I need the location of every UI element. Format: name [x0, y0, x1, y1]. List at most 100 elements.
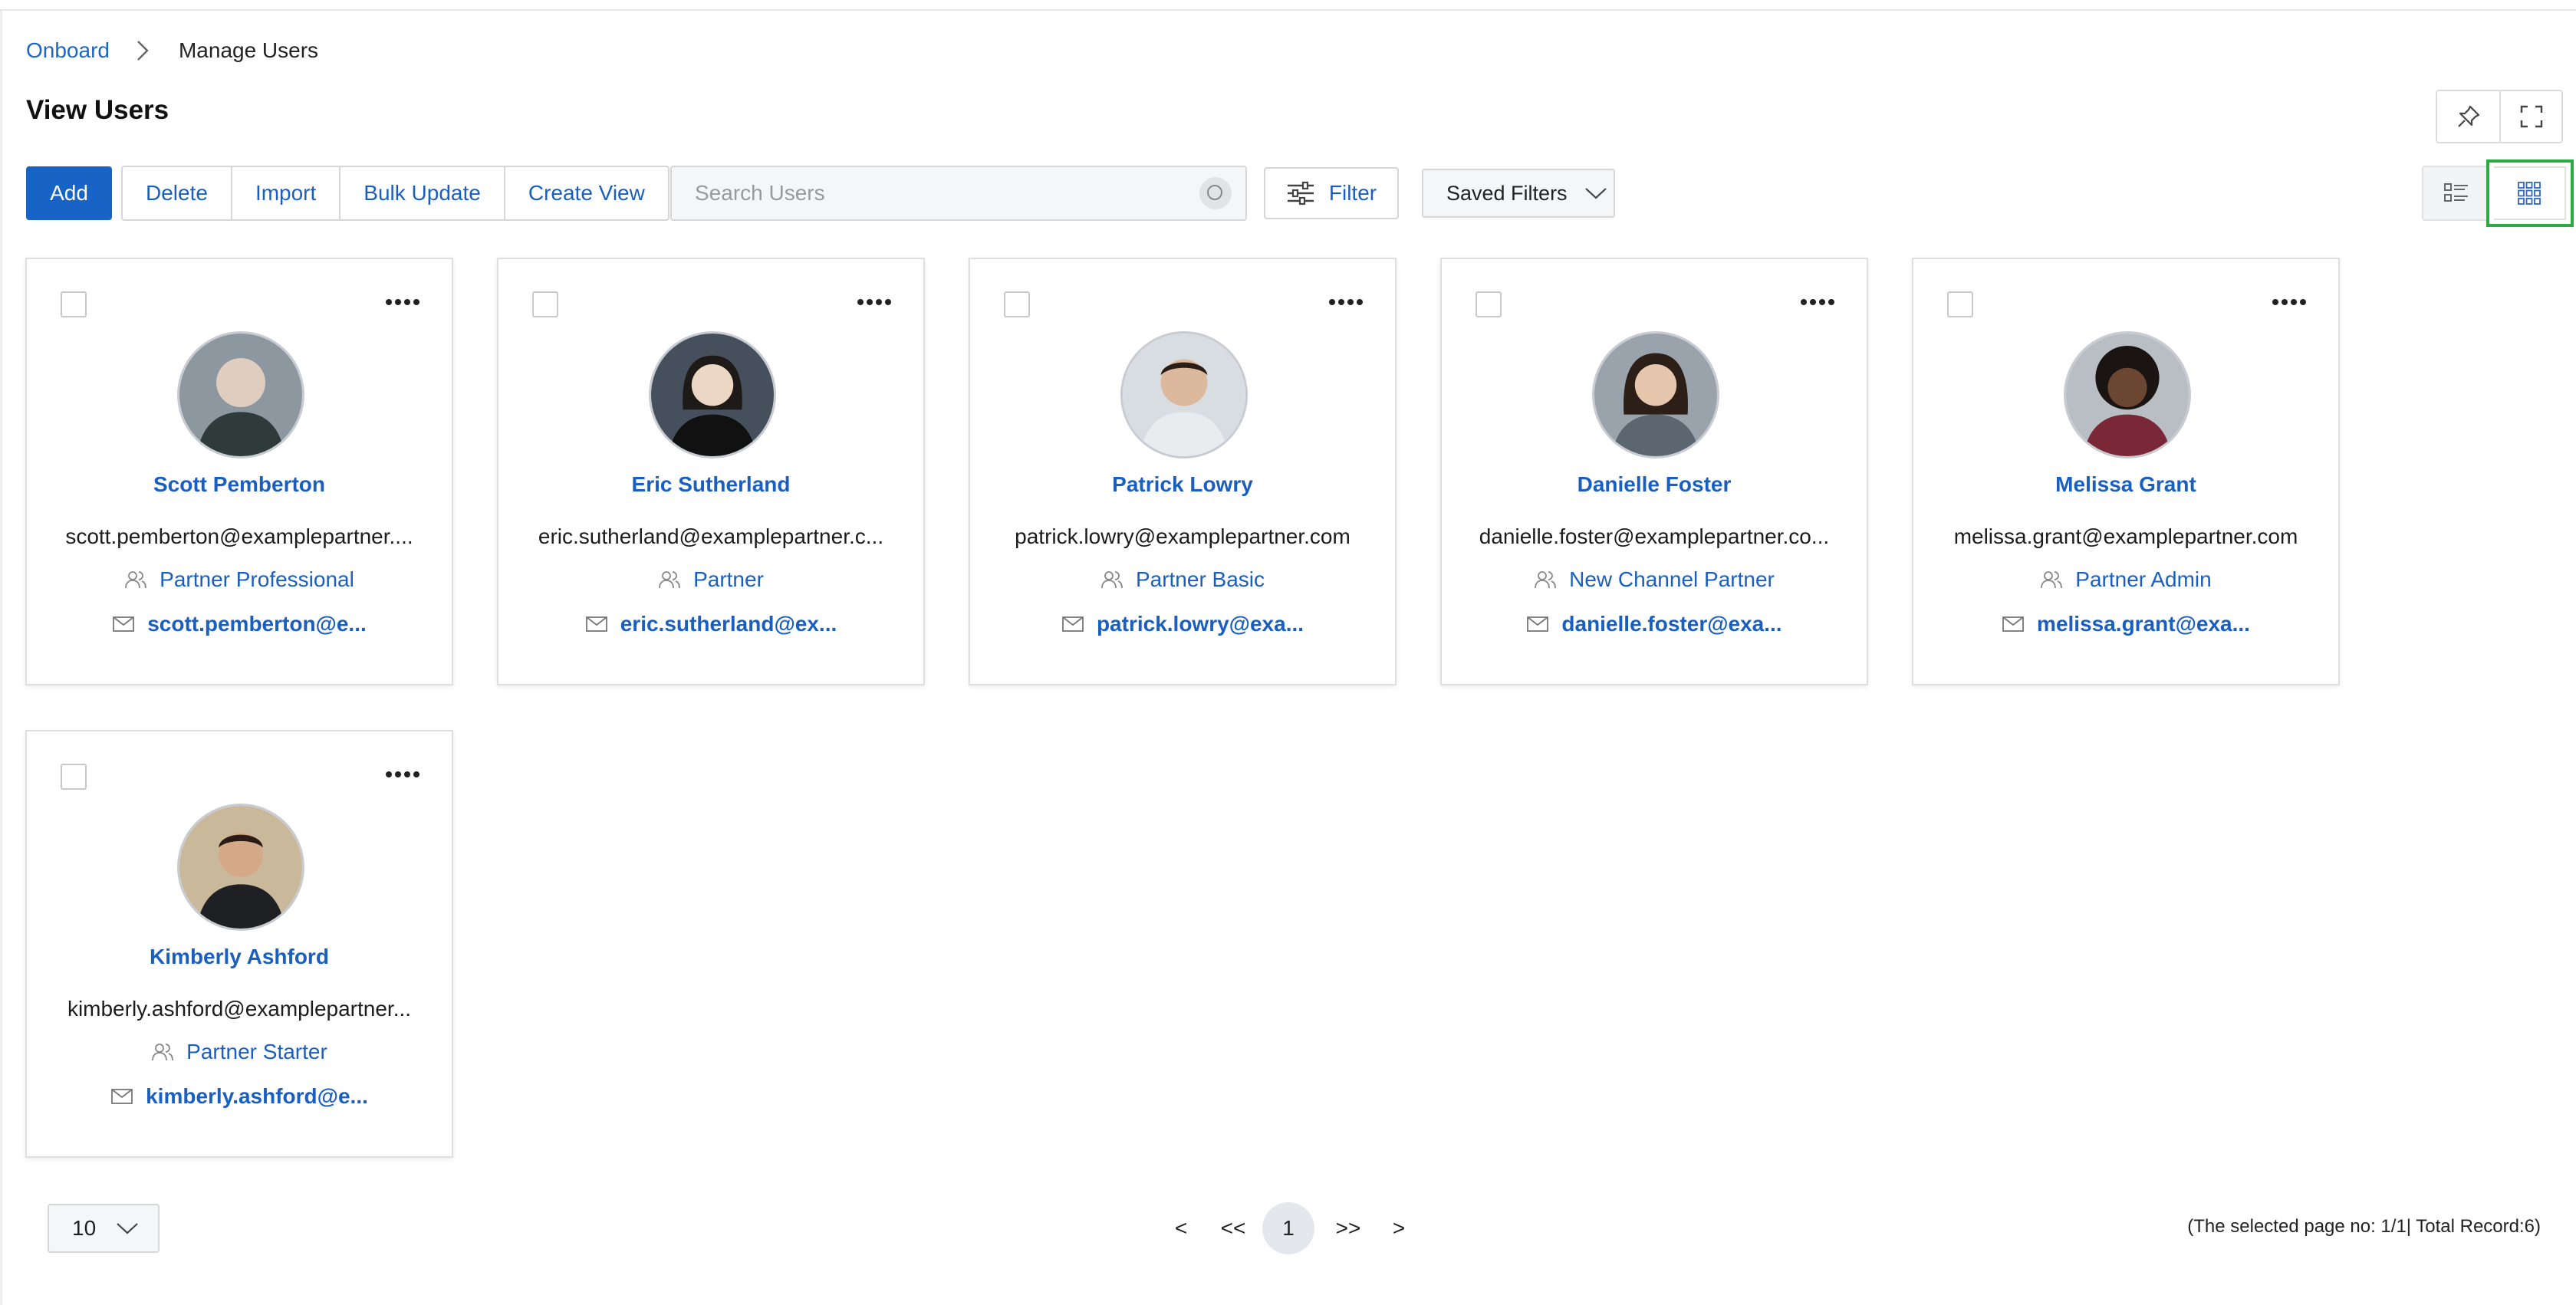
pin-button[interactable]	[2437, 91, 2499, 142]
user-name[interactable]: Scott Pemberton	[27, 472, 452, 497]
filter-label: Filter	[1328, 181, 1377, 205]
more-options-icon[interactable]	[2272, 293, 2306, 311]
page-size-select[interactable]: 10	[48, 1204, 160, 1253]
user-role-label[interactable]: Partner Basic	[1136, 567, 1265, 592]
card-checkbox[interactable]	[61, 764, 87, 790]
more-options-icon[interactable]	[1329, 293, 1363, 311]
user-email: patrick.lowry@examplepartner.com	[1015, 524, 1351, 548]
user-role: Partner Basic	[970, 567, 1395, 592]
user-role-label[interactable]: Partner Professional	[160, 567, 354, 592]
search-input[interactable]	[672, 167, 1199, 219]
import-button[interactable]: Import	[230, 167, 339, 219]
users-icon	[152, 1044, 174, 1061]
user-role: New Channel Partner	[1442, 567, 1867, 592]
users-icon	[1101, 571, 1123, 589]
users-icon	[125, 571, 147, 589]
user-role-label[interactable]: Partner Admin	[2075, 567, 2211, 592]
user-contact-link[interactable]: scott.pemberton@e...	[147, 612, 367, 636]
breadcrumb-current: Manage Users	[178, 38, 319, 62]
user-contact-link[interactable]: danielle.foster@exa...	[1561, 612, 1781, 636]
chevron-down-icon	[117, 1223, 138, 1234]
user-name[interactable]: Eric Sutherland	[498, 472, 923, 497]
user-role-label[interactable]: Partner Starter	[186, 1040, 327, 1064]
user-card: Eric Sutherland eric.sutherland@examplep…	[497, 258, 925, 685]
user-contact: danielle.foster@exa...	[1442, 612, 1867, 636]
search-box	[670, 166, 1247, 221]
more-options-icon[interactable]	[386, 765, 419, 784]
user-name[interactable]: Kimberly Ashford	[27, 945, 452, 969]
mail-icon	[1062, 616, 1084, 632]
user-email: scott.pemberton@examplepartner....	[65, 524, 413, 548]
card-checkbox[interactable]	[1476, 291, 1502, 317]
fullscreen-icon	[2520, 105, 2542, 128]
record-info: (The selected page no: 1/1| Total Record…	[2187, 1216, 2541, 1237]
fullscreen-button[interactable]	[2499, 91, 2561, 142]
pin-icon	[2457, 105, 2479, 127]
first-page-button[interactable]: <<	[1212, 1202, 1255, 1254]
more-options-icon[interactable]	[1801, 293, 1834, 311]
avatar	[1592, 331, 1719, 459]
card-checkbox[interactable]	[1947, 291, 1973, 317]
list-view-button[interactable]	[2422, 166, 2491, 221]
user-role-label[interactable]: Partner	[693, 567, 764, 592]
mail-icon	[2002, 616, 2024, 632]
user-role: Partner Admin	[1913, 567, 2338, 592]
mail-icon	[113, 616, 135, 632]
grid-view-icon	[2518, 182, 2541, 205]
user-card: Melissa Grant melissa.grant@examplepartn…	[1912, 258, 2340, 685]
user-role: Partner Starter	[27, 1040, 452, 1064]
mail-icon	[1527, 616, 1549, 632]
chevron-right-icon	[136, 35, 156, 66]
users-icon	[2041, 571, 2063, 589]
filter-button[interactable]: Filter	[1264, 167, 1399, 219]
avatar	[649, 331, 776, 459]
more-options-icon[interactable]	[386, 293, 419, 311]
add-button[interactable]: Add	[26, 166, 112, 220]
users-icon	[659, 571, 680, 589]
user-contact: patrick.lowry@exa...	[970, 612, 1395, 636]
user-contact-link[interactable]: kimberly.ashford@e...	[146, 1084, 368, 1109]
action-button-group: Delete Import Bulk Update Create View	[121, 166, 669, 221]
card-checkbox[interactable]	[61, 291, 87, 317]
breadcrumb: Onboard Manage Users	[26, 35, 318, 66]
user-contact-link[interactable]: melissa.grant@exa...	[2037, 612, 2250, 636]
user-card: Patrick Lowry patrick.lowry@examplepartn…	[969, 258, 1397, 685]
card-checkbox[interactable]	[532, 291, 558, 317]
users-icon	[1535, 571, 1557, 589]
user-name[interactable]: Patrick Lowry	[970, 472, 1395, 497]
search-icon[interactable]	[1199, 177, 1232, 209]
user-role-label[interactable]: New Channel Partner	[1569, 567, 1775, 592]
top-divider	[0, 0, 2576, 11]
delete-button[interactable]: Delete	[123, 167, 231, 219]
user-name[interactable]: Danielle Foster	[1442, 472, 1867, 497]
next-page-button[interactable]: >	[1385, 1202, 1413, 1254]
mail-icon	[111, 1089, 133, 1104]
user-contact: scott.pemberton@e...	[27, 612, 452, 636]
chevron-down-icon	[1584, 188, 1607, 199]
user-contact-link[interactable]: eric.sutherland@ex...	[620, 612, 837, 636]
page-size-value: 10	[72, 1216, 97, 1240]
user-contact-link[interactable]: patrick.lowry@exa...	[1097, 612, 1304, 636]
mail-icon	[585, 616, 607, 632]
prev-page-button[interactable]: <	[1167, 1202, 1195, 1254]
page-actions	[2436, 90, 2563, 143]
user-card: Scott Pemberton scott.pemberton@examplep…	[25, 258, 453, 685]
create-view-button[interactable]: Create View	[503, 167, 668, 219]
avatar	[177, 331, 304, 459]
saved-filters-dropdown[interactable]: Saved Filters	[1422, 169, 1615, 218]
bulk-update-button[interactable]: Bulk Update	[339, 167, 504, 219]
grid-view-selected	[2494, 166, 2566, 220]
last-page-button[interactable]: >>	[1327, 1202, 1370, 1254]
page-number-current[interactable]: 1	[1262, 1202, 1314, 1254]
avatar	[1120, 331, 1248, 459]
user-name[interactable]: Melissa Grant	[1913, 472, 2338, 497]
user-role: Partner Professional	[27, 567, 452, 592]
more-options-icon[interactable]	[857, 293, 891, 311]
user-contact: eric.sutherland@ex...	[498, 612, 923, 636]
avatar	[177, 804, 304, 931]
card-checkbox[interactable]	[1004, 291, 1030, 317]
breadcrumb-onboard-link[interactable]: Onboard	[26, 38, 110, 63]
toolbar: Add Delete Import Bulk Update Create Vie…	[26, 166, 669, 221]
grid-view-button[interactable]	[2486, 159, 2574, 227]
user-email: melissa.grant@examplepartner.com	[1953, 524, 2298, 548]
